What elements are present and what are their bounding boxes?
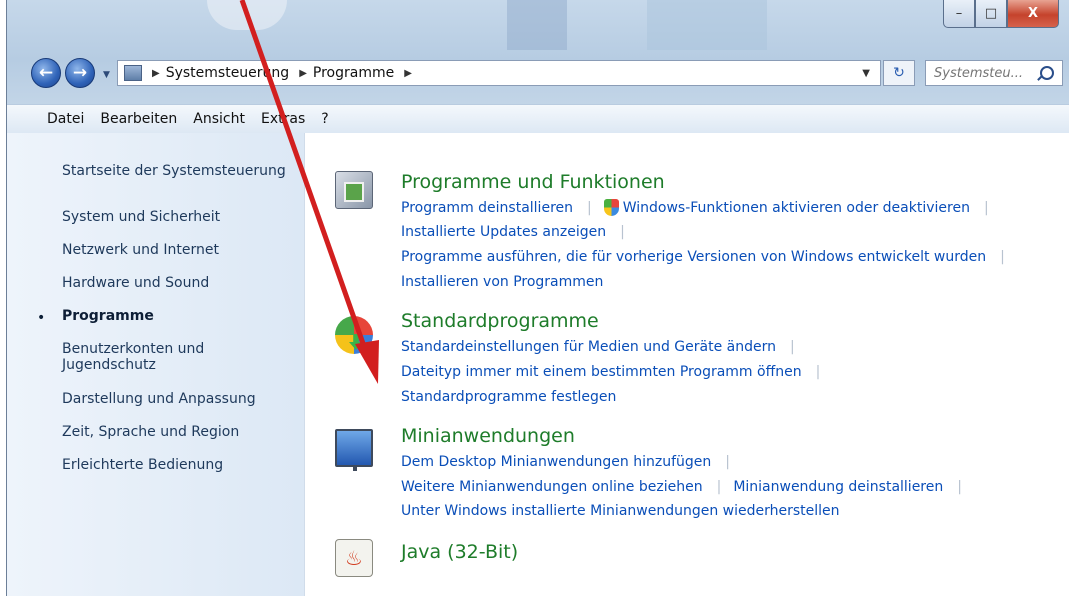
control-panel-icon [124, 65, 142, 81]
link-install-programs[interactable]: Installieren von Programmen [401, 274, 603, 290]
breadcrumb-programme[interactable]: Programme [313, 65, 394, 81]
menu-bearbeiten[interactable]: Bearbeiten [92, 111, 185, 127]
section-title-gadgets[interactable]: Minianwendungen [401, 425, 575, 447]
sidebar-item-clock-region[interactable]: Zeit, Sprache und Region [62, 424, 239, 440]
link-row: Dem Desktop Minianwendungen hinzufügen | [401, 454, 742, 470]
link-compatibility[interactable]: Programme ausführen, die für vorherige V… [401, 249, 986, 265]
menu-datei[interactable]: Datei [39, 111, 92, 127]
link-uninstall-gadget[interactable]: Minianwendung deinstallieren [733, 479, 943, 495]
divider: | [587, 199, 592, 216]
address-dropdown-icon[interactable]: ▼ [862, 68, 870, 79]
sidebar-item-hardware-sound[interactable]: Hardware und Sound [62, 275, 209, 291]
maximize-button[interactable]: □ [975, 0, 1007, 28]
programs-features-icon[interactable] [335, 171, 373, 209]
divider: | [725, 454, 730, 470]
sidebar-item-label: Jugendschutz [62, 357, 156, 373]
link-row: Weitere Minianwendungen online beziehen … [401, 479, 974, 495]
sidebar-item-home[interactable]: Startseite der Systemsteuerung [62, 163, 286, 179]
link-row: Installieren von Programmen [401, 274, 603, 290]
divider: | [983, 199, 989, 216]
search-icon[interactable] [1040, 66, 1054, 80]
divider: | [1000, 249, 1005, 265]
sidebar-item-label: Benutzerkonten und [62, 341, 205, 357]
link-row: Installierte Updates anzeigen | [401, 224, 637, 240]
search-input[interactable] [932, 64, 1036, 82]
divider: | [790, 339, 795, 355]
link-windows-features[interactable]: Windows-Funktionen aktivieren oder deakt… [623, 200, 970, 216]
sidebar-item-programme: Programme [62, 308, 154, 324]
section-title-default-programs[interactable]: Standardprogramme [401, 310, 599, 332]
explorer-window: – □ X ← → ▼ ▶ Systemsteuerung ▶ Programm… [6, 0, 1069, 596]
section-title-programs-features[interactable]: Programme und Funktionen [401, 171, 665, 193]
window-controls: – □ X [943, 0, 1059, 30]
main-content: Programme und Funktionen Programm deinst… [305, 133, 1069, 596]
background-glimpse [207, 0, 287, 30]
link-file-type-association[interactable]: Dateityp immer mit einem bestimmten Prog… [401, 364, 802, 380]
link-row: Programm deinstallieren | Windows-Funkti… [401, 199, 1001, 216]
link-row: Programme ausführen, die für vorherige V… [401, 249, 1017, 265]
refresh-button[interactable]: ↻ [883, 60, 915, 86]
breadcrumb-arrow-icon[interactable]: ▶ [404, 68, 412, 79]
background-glimpse [507, 0, 567, 50]
link-row: Dateityp immer mit einem bestimmten Prog… [401, 364, 832, 380]
menu-bar: Datei Bearbeiten Ansicht Extras ? [7, 104, 1069, 134]
link-autoplay-settings[interactable]: Standardeinstellungen für Medien und Ger… [401, 339, 776, 355]
forward-button[interactable]: → [65, 58, 95, 88]
back-arrow-icon: ← [38, 63, 54, 83]
divider: | [815, 364, 821, 380]
breadcrumb-systemsteuerung[interactable]: Systemsteuerung [166, 65, 289, 81]
divider: | [620, 224, 625, 240]
default-programs-icon[interactable] [335, 316, 373, 354]
menu-ansicht[interactable]: Ansicht [185, 111, 253, 127]
section-title-java[interactable]: Java (32-Bit) [401, 541, 518, 563]
link-uninstall-program[interactable]: Programm deinstallieren [401, 200, 573, 216]
breadcrumb-arrow-icon[interactable]: ▶ [152, 68, 160, 79]
link-restore-gadgets[interactable]: Unter Windows installierte Minianwendung… [401, 503, 840, 519]
divider: | [957, 479, 962, 495]
forward-arrow-icon: → [72, 63, 88, 83]
link-get-more-gadgets[interactable]: Weitere Minianwendungen online beziehen [401, 479, 703, 495]
history-dropdown-icon[interactable]: ▼ [103, 70, 110, 80]
title-bar[interactable] [7, 0, 1069, 50]
close-button[interactable]: X [1007, 0, 1059, 28]
breadcrumb-arrow-icon[interactable]: ▶ [299, 68, 307, 79]
current-item-bullet: • [37, 310, 46, 326]
back-button[interactable]: ← [31, 58, 61, 88]
address-bar[interactable]: ▶ Systemsteuerung ▶ Programme ▶ ▼ [117, 60, 881, 86]
sidebar-item-network[interactable]: Netzwerk und Internet [62, 242, 219, 258]
java-icon[interactable]: ♨ [335, 539, 373, 577]
sidebar-item-user-accounts[interactable]: Benutzerkonten und Jugendschutz [62, 341, 204, 373]
sidebar: Startseite der Systemsteuerung System un… [7, 133, 305, 596]
link-add-gadgets[interactable]: Dem Desktop Minianwendungen hinzufügen [401, 454, 711, 470]
refresh-icon: ↻ [893, 65, 905, 81]
minimize-button[interactable]: – [943, 0, 975, 28]
link-row: Unter Windows installierte Minianwendung… [401, 503, 840, 519]
link-row: Standardeinstellungen für Medien und Ger… [401, 339, 807, 355]
link-installed-updates[interactable]: Installierte Updates anzeigen [401, 224, 606, 240]
menu-help[interactable]: ? [313, 111, 336, 127]
link-set-default-programs[interactable]: Standardprogramme festlegen [401, 389, 616, 405]
link-row: Standardprogramme festlegen [401, 389, 616, 405]
navigation-bar: ← → ▼ ▶ Systemsteuerung ▶ Programme ▶ ▼ … [7, 50, 1069, 100]
sidebar-item-appearance[interactable]: Darstellung und Anpassung [62, 391, 256, 407]
search-box [925, 60, 1063, 86]
uac-shield-icon [603, 199, 619, 216]
sidebar-item-system-security[interactable]: System und Sicherheit [62, 209, 220, 225]
background-glimpse [647, 0, 767, 50]
menu-extras[interactable]: Extras [253, 111, 313, 127]
gadgets-icon[interactable] [335, 429, 373, 471]
divider: | [716, 479, 722, 495]
sidebar-item-ease-of-access[interactable]: Erleichterte Bedienung [62, 457, 223, 473]
